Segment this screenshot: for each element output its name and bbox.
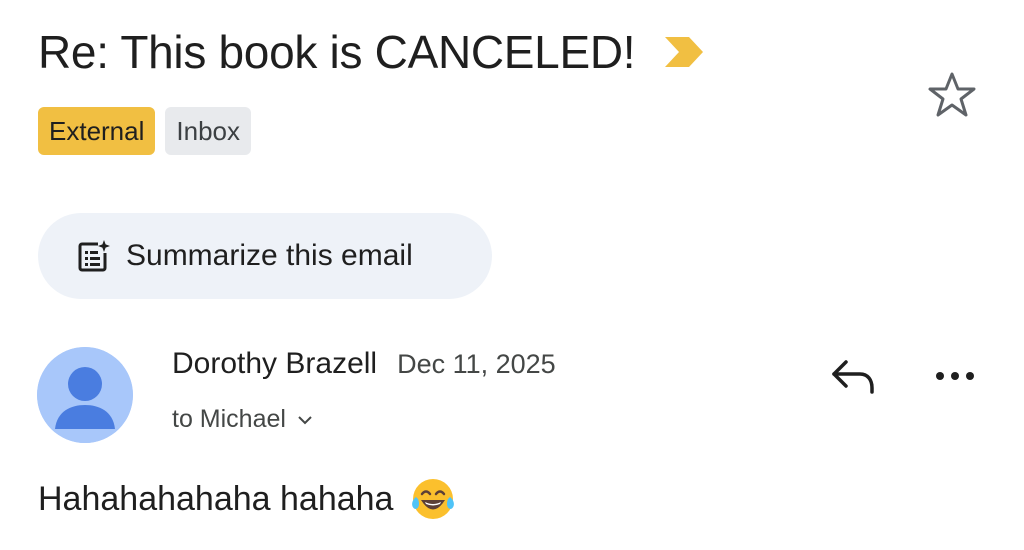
more-horizontal-icon[interactable]	[930, 364, 980, 388]
default-avatar-icon	[37, 347, 133, 443]
label-chips: External Inbox	[38, 107, 251, 155]
email-body: Hahahahahaha hahaha	[38, 475, 457, 523]
recipient-details-toggle[interactable]: to Michael	[172, 405, 314, 434]
chevron-down-icon	[298, 415, 312, 424]
email-subject-row: Re: This book is CANCELED!	[38, 22, 705, 82]
importance-marker-icon[interactable]	[663, 35, 705, 69]
summarize-button-label: Summarize this email	[126, 239, 413, 272]
sent-date: Dec 11, 2025	[397, 349, 556, 379]
sender-name[interactable]: Dorothy Brazell	[172, 347, 377, 381]
star-outline-icon[interactable]	[926, 70, 978, 120]
reply-icon[interactable]	[828, 356, 876, 396]
label-chip-inbox[interactable]: Inbox	[165, 107, 251, 155]
label-chip-external[interactable]: External	[38, 107, 156, 155]
email-body-text: Hahahahahaha hahaha	[38, 479, 394, 518]
summarize-email-button[interactable]: Summarize this email	[38, 213, 492, 299]
summarize-sparkle-icon	[78, 240, 110, 272]
email-subject: Re: This book is CANCELED!	[38, 26, 636, 78]
sender-avatar[interactable]	[37, 347, 133, 443]
recipient-text: to Michael	[172, 405, 286, 433]
sender-line: Dorothy Brazell Dec 11, 2025	[172, 347, 556, 381]
face-with-tears-of-joy-icon	[412, 479, 455, 519]
